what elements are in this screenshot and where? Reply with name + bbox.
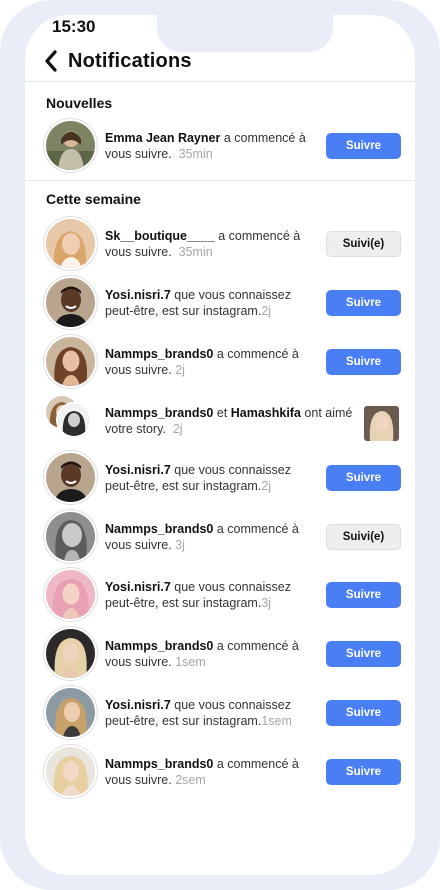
avatar[interactable] <box>46 629 95 678</box>
timestamp: 3j <box>261 595 272 610</box>
timestamp: 35min <box>178 146 213 161</box>
timestamp: 2j <box>172 421 183 436</box>
notification-text: Nammps_brands0 a commencé à vous suivre.… <box>105 638 299 669</box>
notification-text: Nammps_brands0 et Hamashkifa ont aimé vo… <box>105 405 353 436</box>
avatar[interactable] <box>46 219 95 268</box>
username[interactable]: Nammps_brands0 <box>105 639 213 653</box>
username[interactable]: Hamashkifa <box>231 406 301 420</box>
list-item[interactable]: Nammps_brands0 a commencé à vous suivre.… <box>46 629 406 678</box>
follow-button[interactable]: Suivre <box>326 290 401 316</box>
username[interactable]: Yosi.nisri.7 <box>105 463 171 477</box>
timestamp: 2j <box>261 303 272 318</box>
list-item[interactable]: Emma Jean Rayner a commencé à vous suivr… <box>46 121 406 170</box>
list-item[interactable]: Nammps_brands0 a commencé à vous suivre.… <box>46 512 406 561</box>
follow-button[interactable]: Suivre <box>326 349 401 375</box>
notification-text: Emma Jean Rayner a commencé à vous suivr… <box>105 130 306 161</box>
list-item[interactable]: Yosi.nisri.7 que vous connaissez peut-êt… <box>46 688 406 737</box>
list-item[interactable]: Nammps_brands0 et Hamashkifa ont aimé vo… <box>46 396 406 445</box>
notification-text: Yosi.nisri.7 que vous connaissez peut-êt… <box>105 697 292 728</box>
username[interactable]: Sk__boutique____ <box>105 229 215 243</box>
notification-text: Nammps_brands0 a commencé à vous suivre.… <box>105 756 299 787</box>
avatar[interactable] <box>46 747 95 796</box>
notification-text: Yosi.nisri.7 que vous connaissez peut-êt… <box>105 287 291 318</box>
list-item[interactable]: Yosi.nisri.7 que vous connaissez peut-êt… <box>46 453 406 502</box>
username[interactable]: Yosi.nisri.7 <box>105 580 171 594</box>
username[interactable]: Nammps_brands0 <box>105 406 213 420</box>
following-button[interactable]: Suivi(e) <box>326 231 401 257</box>
timestamp: 1sem <box>175 654 206 669</box>
timestamp: 2sem <box>175 772 206 787</box>
timestamp: 1sem <box>261 713 292 728</box>
username[interactable]: Yosi.nisri.7 <box>105 698 171 712</box>
avatar[interactable] <box>46 337 95 386</box>
avatar-group[interactable] <box>46 396 95 445</box>
timestamp: 2j <box>175 362 185 377</box>
notification-text: Nammps_brands0 a commencé à vous suivre.… <box>105 346 299 377</box>
avatar[interactable] <box>46 278 95 327</box>
follow-button[interactable]: Suivre <box>326 759 401 785</box>
avatar[interactable] <box>46 688 95 737</box>
avatar[interactable] <box>46 570 95 619</box>
follow-button[interactable]: Suivre <box>326 582 401 608</box>
story-thumbnail[interactable] <box>364 406 399 441</box>
phone-notch <box>157 15 333 52</box>
section-divider <box>25 180 415 181</box>
username[interactable]: Emma Jean Rayner <box>105 131 220 145</box>
status-time: 15:30 <box>52 17 96 36</box>
list-item[interactable]: Nammps_brands0 a commencé à vous suivre.… <box>46 747 406 796</box>
username[interactable]: Nammps_brands0 <box>105 347 213 361</box>
avatar[interactable] <box>46 453 95 502</box>
timestamp: 35min <box>178 244 213 259</box>
section-title-week: Cette semaine <box>46 191 141 207</box>
notification-text: Nammps_brands0 a commencé à vous suivre.… <box>105 521 299 552</box>
follow-button[interactable]: Suivre <box>326 133 401 159</box>
list-item[interactable]: Yosi.nisri.7 que vous connaissez peut-êt… <box>46 278 406 327</box>
avatar[interactable] <box>46 121 95 170</box>
timestamp: 3j <box>175 537 185 552</box>
page-title: Notifications <box>68 49 192 72</box>
notification-text: Yosi.nisri.7 que vous connaissez peut-êt… <box>105 579 291 610</box>
chevron-left-icon[interactable] <box>44 49 64 73</box>
avatar[interactable] <box>46 512 95 561</box>
follow-button[interactable]: Suivre <box>326 641 401 667</box>
avatar[interactable] <box>58 404 90 436</box>
following-button[interactable]: Suivi(e) <box>326 524 401 550</box>
section-title-new: Nouvelles <box>46 95 113 111</box>
notification-text: Yosi.nisri.7 que vous connaissez peut-êt… <box>105 462 291 493</box>
follow-button[interactable]: Suivre <box>326 465 401 491</box>
username[interactable]: Yosi.nisri.7 <box>105 288 171 302</box>
follow-button[interactable]: Suivre <box>326 700 401 726</box>
list-item[interactable]: Sk__boutique____ a commencé à vous suivr… <box>46 219 406 268</box>
list-item[interactable]: Nammps_brands0 a commencé à vous suivre.… <box>46 337 406 386</box>
timestamp: 2j <box>261 478 272 493</box>
notification-text: Sk__boutique____ a commencé à vous suivr… <box>105 228 301 259</box>
username[interactable]: Nammps_brands0 <box>105 522 213 536</box>
header-divider <box>25 81 415 82</box>
list-item[interactable]: Yosi.nisri.7 que vous connaissez peut-êt… <box>46 570 406 619</box>
username[interactable]: Nammps_brands0 <box>105 757 213 771</box>
